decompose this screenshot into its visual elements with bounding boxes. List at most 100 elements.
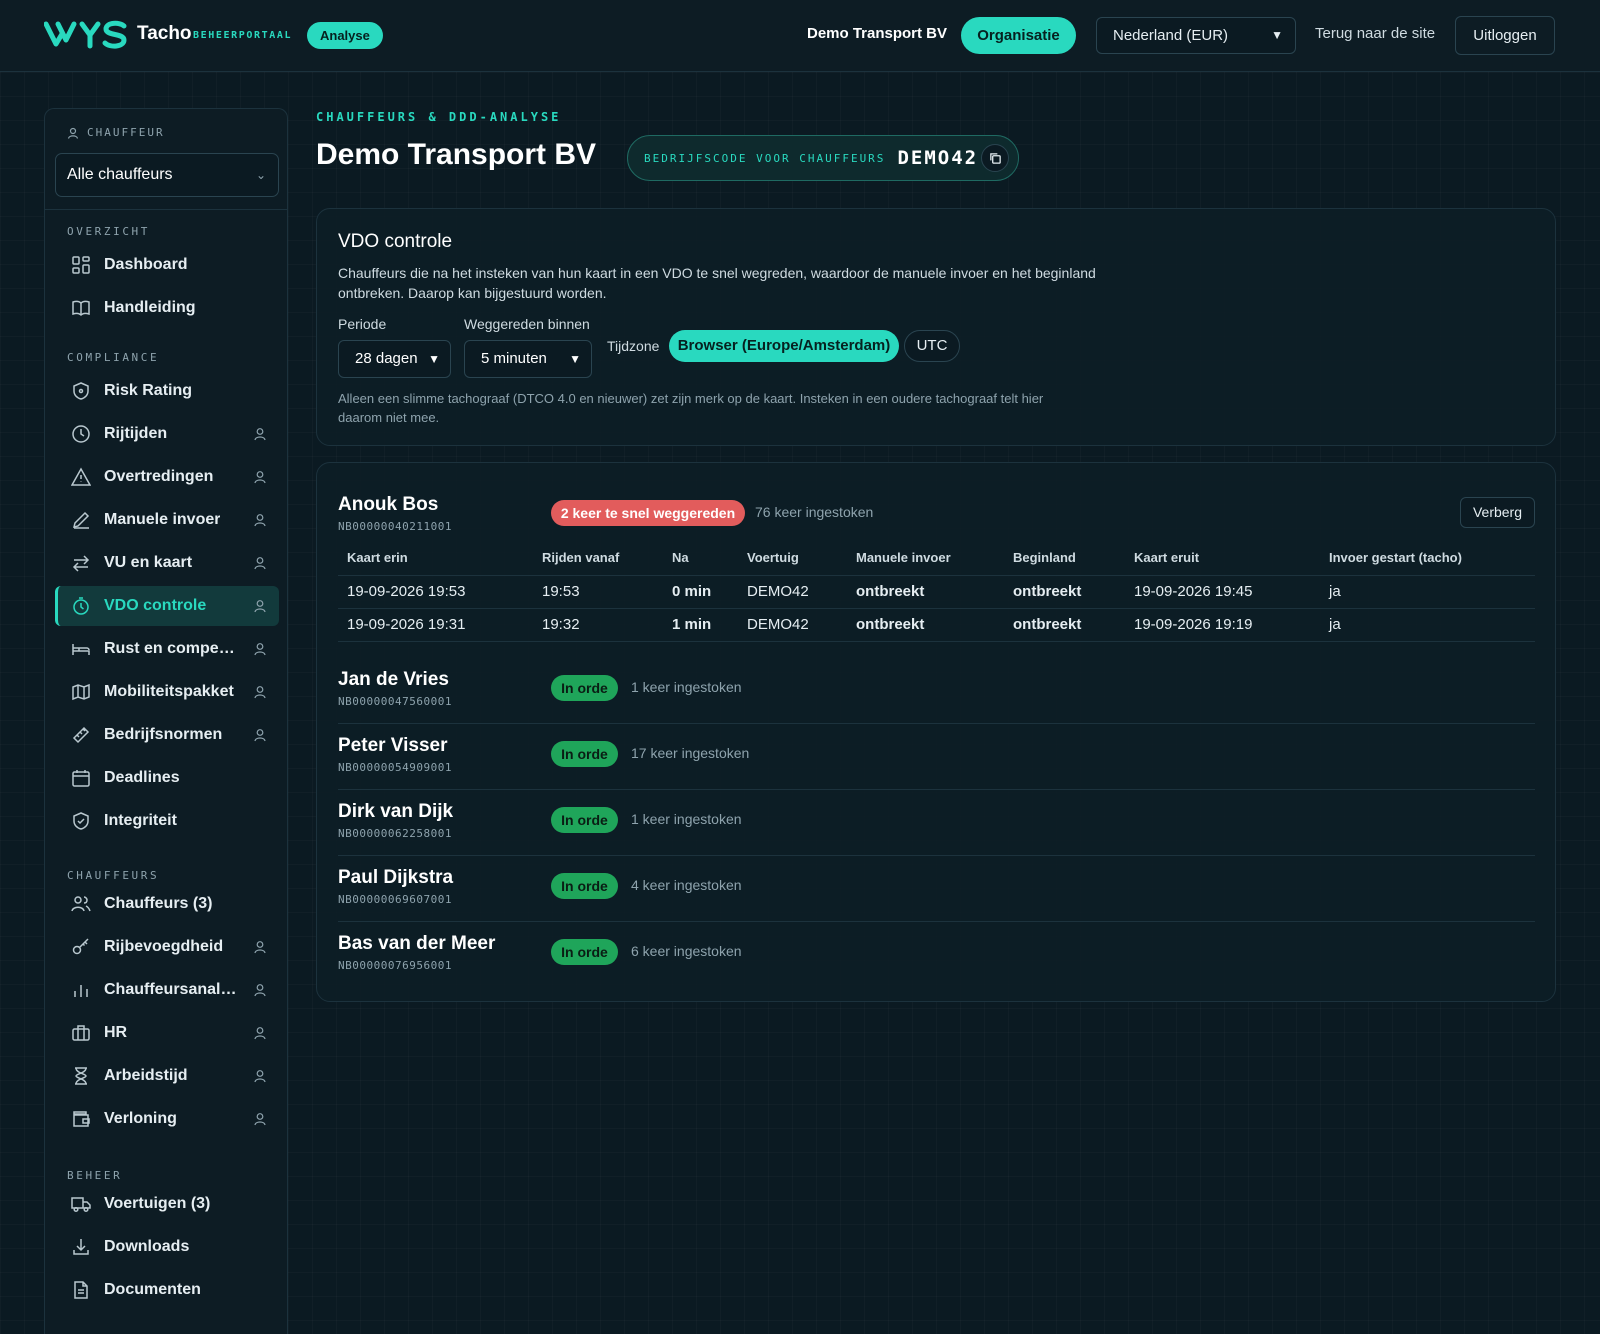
grid-icon <box>72 256 90 274</box>
user-icon <box>254 1070 266 1083</box>
calendar-icon <box>72 770 90 787</box>
sidebar-item-risk-rating[interactable]: Risk Rating <box>55 371 279 411</box>
sidebar-item-dashboard[interactable]: Dashboard <box>55 245 279 285</box>
sidebar-item-arbeidstijd[interactable]: Arbeidstijd <box>55 1056 279 1096</box>
sidebar-item-voertuigen[interactable]: Voertuigen (3) <box>55 1184 279 1224</box>
wallet-icon <box>73 1111 90 1127</box>
sidebar-item-label: Chauffeurs (3) <box>104 895 213 912</box>
sidebar-divider <box>45 209 287 210</box>
card-description: Chauffeurs die na het insteken van hun k… <box>338 265 1096 301</box>
book-icon <box>72 300 90 317</box>
sidebar-item-label: Deadlines <box>104 769 180 786</box>
driver-name: Paul Dijkstra <box>338 867 454 888</box>
periode-select-value: 28 dagen <box>355 350 418 367</box>
col-voertuig: Voertuig <box>738 541 847 576</box>
status-badge: 2 keer te snel weggereden <box>551 500 745 526</box>
sidebar-item-integriteit[interactable]: Integriteit <box>55 801 279 841</box>
sidebar-item-documenten[interactable]: Documenten <box>55 1270 279 1310</box>
country-currency-select[interactable]: Nederland (EUR) ▼ <box>1096 17 1296 54</box>
sidebar-item-chauffeurs[interactable]: Chauffeurs (3) <box>55 884 279 924</box>
sidebar-item-mobiliteitspakket[interactable]: Mobiliteitspakket <box>55 672 279 712</box>
sidebar-item-rijbevoegdheid[interactable]: Rijbevoegdheid <box>55 927 279 967</box>
chauffeur-label: CHAUFFEUR <box>67 126 165 139</box>
sidebar-item-manuele-invoer[interactable]: Manuele invoer <box>55 500 279 540</box>
driver-card-id: NB00000040211001 <box>338 520 452 533</box>
sidebar-item-deadlines[interactable]: Deadlines <box>55 758 279 798</box>
sidebar-item-handleiding[interactable]: Handleiding <box>55 288 279 328</box>
driver-name: Dirk van Dijk <box>338 801 454 822</box>
sidebar-item-label: Arbeidstijd <box>104 1067 188 1084</box>
user-icon <box>67 127 79 139</box>
sidebar-item-label: Handleiding <box>104 299 196 316</box>
sidebar-item-chauffeursanalyse[interactable]: Chauffeursanalyse <box>55 970 279 1010</box>
sidebar-item-rust-en-compensatie[interactable]: Rust en compensatie <box>55 629 279 669</box>
sidebar-item-hr[interactable]: HR <box>55 1013 279 1053</box>
sidebar-item-vdo-controle[interactable]: VDO controle <box>55 586 279 626</box>
status-badge: In orde <box>551 939 618 965</box>
sidebar-item-label: Overtredingen <box>104 468 214 485</box>
brand-name: Tacho <box>137 23 192 44</box>
status-badge: In orde <box>551 807 618 833</box>
user-icon <box>254 471 266 484</box>
driver-card-id: NB00000047560001 <box>338 695 452 708</box>
cell-rijden-vanaf: 19:32 <box>533 608 663 642</box>
sidebar-item-vu-en-kaart[interactable]: VU en kaart <box>55 543 279 583</box>
col-kaart-erin: Kaart erin <box>338 541 533 576</box>
weggereden-select[interactable]: 5 minuten ▼ <box>464 340 592 378</box>
logout-button[interactable]: Uitloggen <box>1455 16 1555 55</box>
driver-card-id: NB00000054909001 <box>338 761 452 774</box>
user-icon <box>254 1027 266 1040</box>
tijdzone-label: Tijdzone <box>607 338 660 354</box>
cell-manuele-invoer: ontbreekt <box>847 575 1004 609</box>
cell-kaart-eruit: 19-09-2026 19:19 <box>1125 608 1320 642</box>
ruler-icon <box>72 726 90 744</box>
chevron-down-icon: ▼ <box>428 352 440 366</box>
company-code-label: BEDRIJFSCODE VOOR CHAUFFEURS <box>644 151 886 165</box>
card-note: Alleen een slimme tachograaf (DTCO 4.0 e… <box>338 391 1044 425</box>
copy-code-button[interactable] <box>981 144 1009 172</box>
driver-name: Peter Visser <box>338 735 448 756</box>
row-divider <box>338 921 1535 922</box>
table-row: 19-09-2026 19:31 19:32 1 min DEMO42 ontb… <box>338 608 1535 642</box>
user-icon <box>254 729 266 742</box>
chevron-down-icon: ⌄ <box>255 168 266 182</box>
bed-icon <box>72 644 90 655</box>
sidebar-item-verloning[interactable]: Verloning <box>55 1099 279 1139</box>
periode-select[interactable]: 28 dagen ▼ <box>338 340 451 378</box>
driver-card-id: NB00000069607001 <box>338 893 452 906</box>
sidebar-item-label: VDO controle <box>104 597 207 614</box>
map-icon <box>72 683 90 701</box>
chauffeur-label-text: CHAUFFEUR <box>87 126 165 139</box>
sessions-table: Kaart erin Rijden vanaf Na Voertuig Manu… <box>338 541 1535 642</box>
insert-count: 4 keer ingestoken <box>631 877 742 893</box>
timezone-browser-toggle[interactable]: Browser (Europe/Amsterdam) <box>669 330 899 362</box>
insert-count: 6 keer ingestoken <box>631 943 742 959</box>
brand-logo[interactable] <box>44 18 128 52</box>
insert-count: 1 keer ingestoken <box>631 679 742 695</box>
page-title: Demo Transport BV <box>316 138 597 171</box>
driver-name: Jan de Vries <box>338 669 449 690</box>
document-icon <box>74 1281 88 1299</box>
sidebar-item-rijtijden[interactable]: Rijtijden <box>55 414 279 454</box>
col-na: Na <box>663 541 738 576</box>
timezone-utc-toggle[interactable]: UTC <box>904 330 960 362</box>
sidebar-item-downloads[interactable]: Downloads <box>55 1227 279 1267</box>
sidebar-item-overtredingen[interactable]: Overtredingen <box>55 457 279 497</box>
organisatie-button[interactable]: Organisatie <box>961 17 1076 54</box>
sidebar-item-label: VU en kaart <box>104 554 193 571</box>
cell-kaart-erin: 19-09-2026 19:31 <box>338 608 533 642</box>
briefcase-icon <box>72 1025 90 1041</box>
shield-check-icon <box>73 812 89 830</box>
country-select-value: Nederland (EUR) <box>1113 27 1229 44</box>
back-to-site-link[interactable]: Terug naar de site <box>1315 25 1435 42</box>
sidebar-item-label: Integriteit <box>104 812 177 829</box>
sidebar-item-bedrijfsnormen[interactable]: Bedrijfsnormen <box>55 715 279 755</box>
status-badge: In orde <box>551 873 618 899</box>
cell-rijden-vanaf: 19:53 <box>533 575 663 609</box>
user-icon <box>254 643 266 656</box>
chauffeur-select[interactable]: Alle chauffeurs ⌄ <box>55 153 279 197</box>
top-bar: Tacho BEHEERPORTAAL Analyse Demo Transpo… <box>0 0 1600 72</box>
weggereden-select-value: 5 minuten <box>481 350 547 367</box>
hide-button[interactable]: Verberg <box>1460 497 1535 528</box>
driver-card-id: NB00000062258001 <box>338 827 452 840</box>
